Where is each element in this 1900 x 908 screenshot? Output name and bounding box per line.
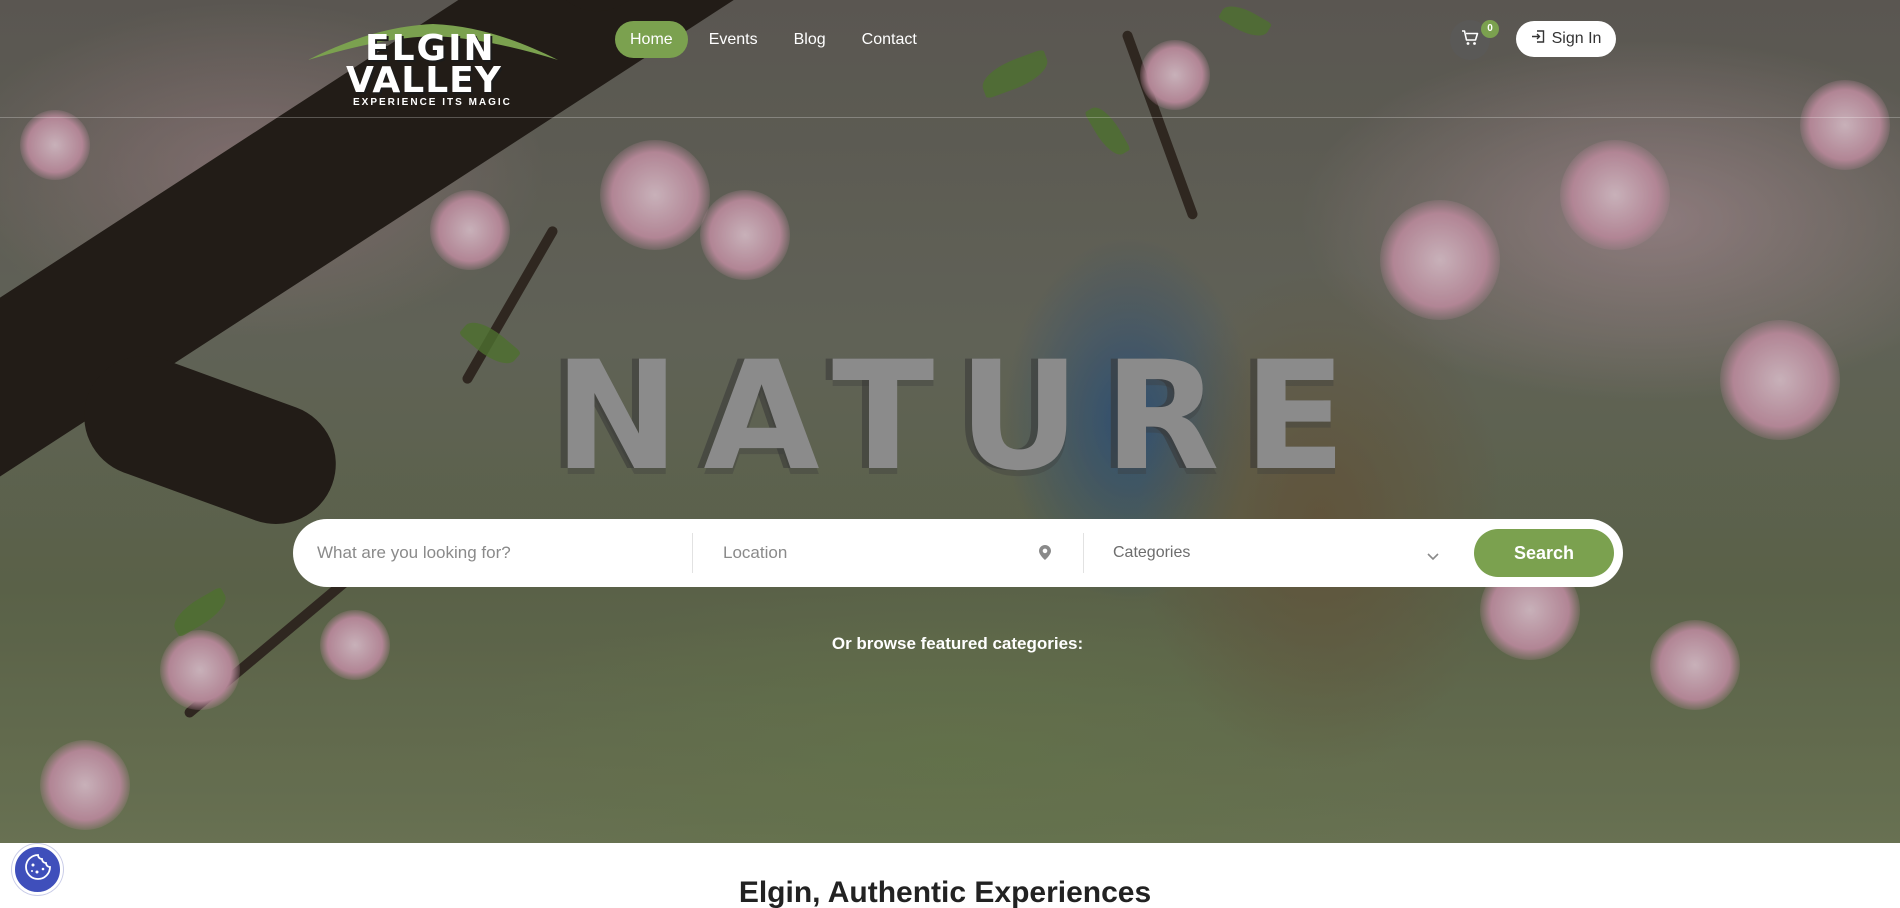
logo-text-line2: VALLEY [346, 60, 502, 101]
main-nav: Home Events Blog Contact [615, 21, 932, 58]
search-divider [692, 533, 693, 573]
sign-in-icon [1531, 29, 1546, 49]
hero-section: NATURE Categories Search Or browse featu… [0, 0, 1900, 843]
search-bar: Categories Search [293, 519, 1623, 587]
logo-tagline: EXPERIENCE ITS MAGIC [353, 97, 512, 108]
nav-item-home[interactable]: Home [615, 21, 688, 58]
search-divider [1083, 533, 1084, 573]
sign-in-button[interactable]: Sign In [1516, 21, 1616, 57]
cart-icon [1461, 29, 1479, 51]
site-logo[interactable]: ELGIN VALLEY EXPERIENCE ITS MAGIC [308, 22, 558, 110]
nav-item-contact[interactable]: Contact [847, 21, 932, 58]
search-button[interactable]: Search [1474, 529, 1614, 577]
cookie-settings-button[interactable] [12, 844, 63, 895]
cookie-icon [24, 853, 52, 886]
sign-in-label: Sign In [1551, 30, 1602, 47]
cart-count-badge: 0 [1481, 20, 1499, 38]
nav-item-blog[interactable]: Blog [779, 21, 841, 58]
chevron-down-icon[interactable] [1427, 548, 1439, 566]
location-input[interactable] [723, 533, 1023, 573]
categories-select[interactable]: Categories [1113, 533, 1443, 573]
map-pin-icon[interactable] [1039, 545, 1051, 565]
section-title: Elgin, Authentic Experiences [738, 876, 1152, 908]
browse-categories-label: Or browse featured categories: [831, 634, 1084, 653]
hero-headline: NATURE [553, 330, 1371, 504]
site-header: ELGIN VALLEY EXPERIENCE ITS MAGIC Home E… [0, 0, 1900, 118]
nav-item-events[interactable]: Events [694, 21, 773, 58]
search-input[interactable] [317, 533, 677, 573]
